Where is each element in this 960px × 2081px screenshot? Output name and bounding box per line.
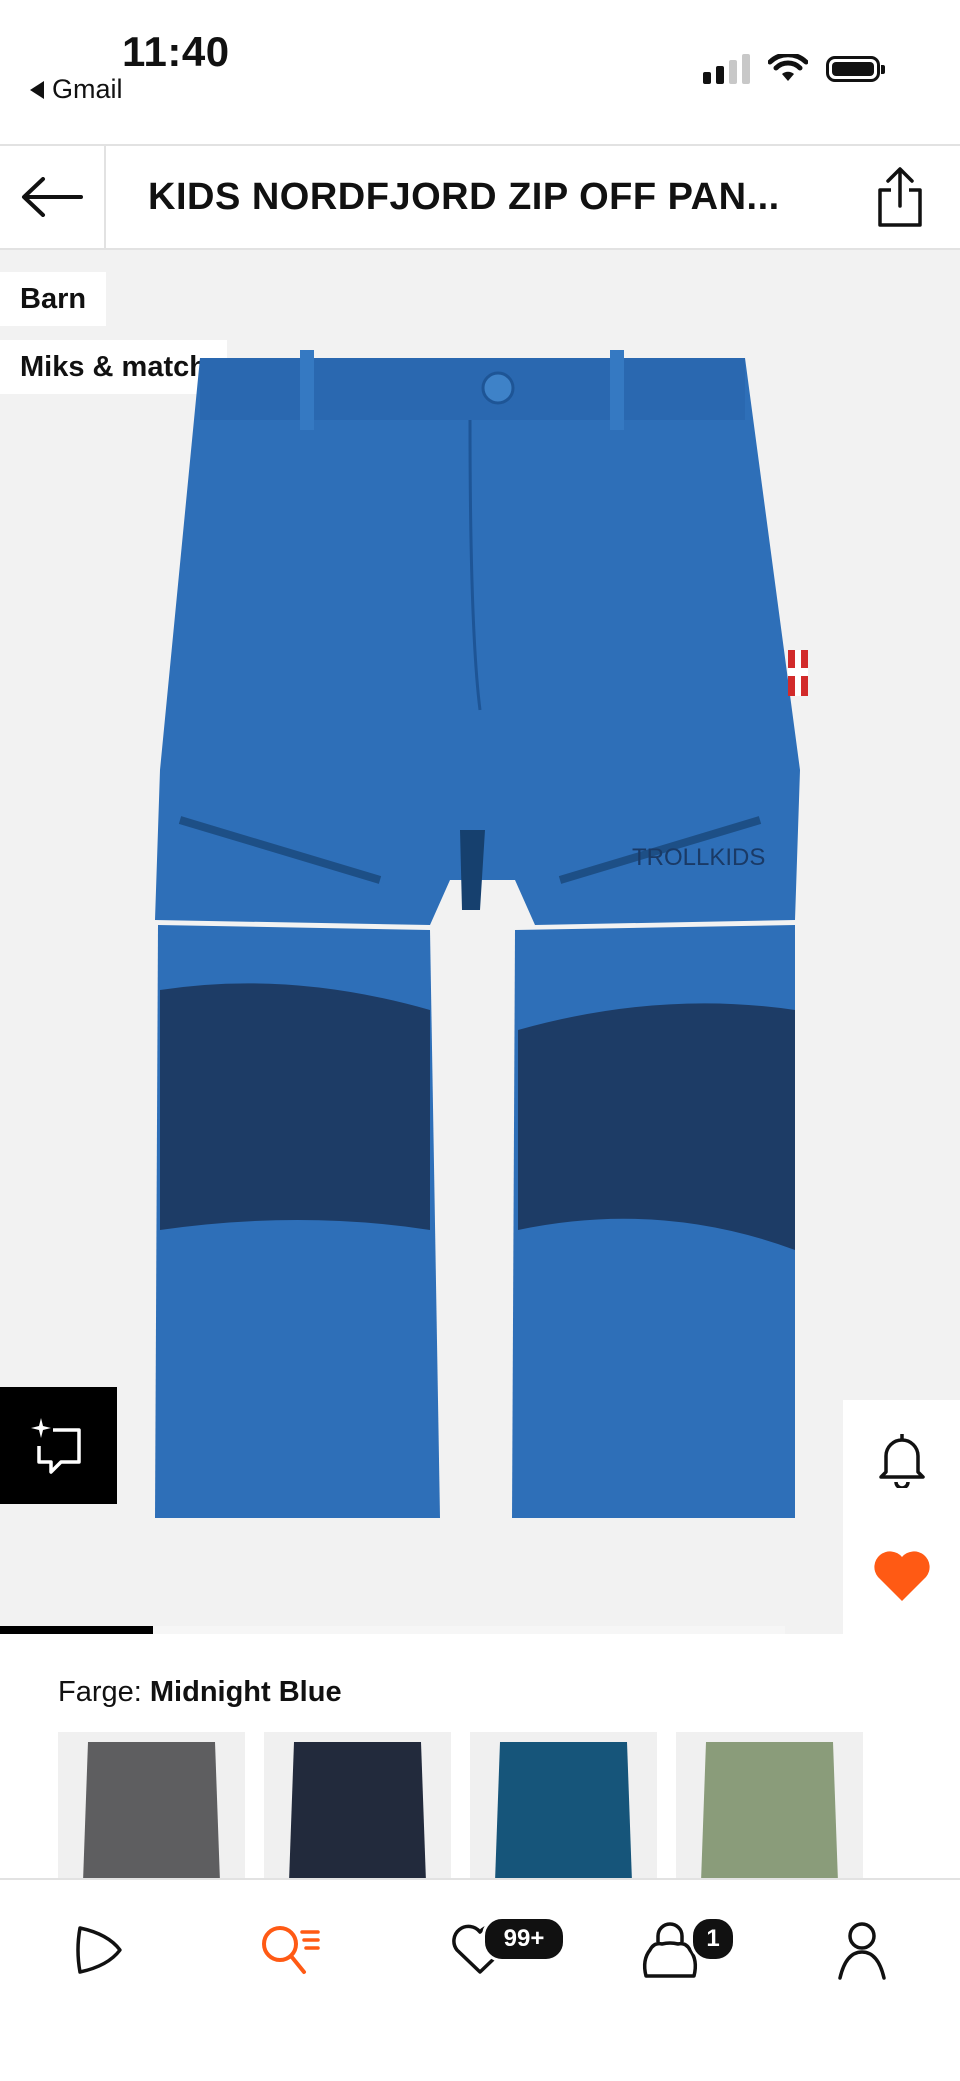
back-app-label: Gmail [52,74,123,104]
status-icons [703,54,885,84]
notify-button[interactable] [843,1400,960,1517]
color-swatch-navy[interactable] [264,1732,451,1882]
battery-icon [826,56,885,82]
color-swatch-green[interactable] [676,1732,863,1882]
page-title: KIDS NORDFJORD ZIP OFF PAN... [148,176,780,218]
similar-items-button[interactable] [0,1387,117,1504]
cellular-signal-icon [703,54,750,84]
bottom-nav: 99+ 1 [0,1878,960,2081]
nav-wishlist[interactable]: 99+ [430,1910,566,1990]
back-triangle-icon [30,80,44,99]
swatch-image [289,1742,426,1882]
sparkle-frame-icon [30,1417,81,1474]
search-icon [262,1926,320,1974]
user-icon [838,1922,886,1980]
wifi-icon [768,54,808,81]
product-header: KIDS NORDFJORD ZIP OFF PAN... [0,144,960,250]
arrow-left-icon [22,177,83,217]
selected-color-name: Midnight Blue [149,1676,342,1708]
wishlist-toggle-button[interactable] [843,1517,960,1634]
swatch-image [495,1742,632,1882]
color-swatch-grey[interactable] [58,1732,245,1882]
status-time: 11:40 [122,28,230,75]
color-swatch-petrol[interactable] [470,1732,657,1882]
bag-count-badge: 1 [690,1916,736,1962]
share-icon [878,167,922,227]
product-image: TROLLKIDS [155,350,808,1518]
back-button[interactable] [0,146,106,248]
gallery-progress-fill [0,1626,154,1634]
nav-account[interactable] [812,1910,912,1990]
play-logo-icon [76,1926,122,1974]
heart-filled-icon [873,1550,930,1601]
color-label-prefix: Farge: [58,1676,142,1708]
swatch-image [83,1742,220,1882]
bell-icon [878,1433,925,1488]
wishlist-count-badge: 99+ [482,1916,566,1962]
status-bar: 11:40 Gmail [0,0,960,144]
gallery-progress [0,1626,785,1634]
brand-logo-text: TROLLKIDS [632,844,765,871]
share-button[interactable] [870,164,930,230]
swatch-image [701,1742,838,1882]
product-image-gallery[interactable]: Barn Miks & match TROLLKIDS [0,250,960,1634]
back-to-gmail[interactable]: Gmail [30,74,123,105]
color-swatches [58,1732,863,1882]
nav-home[interactable] [46,1910,146,1990]
side-actions [843,1400,960,1634]
nav-search[interactable] [240,1910,340,1990]
tag-barn: Barn [0,272,107,326]
nav-bag[interactable]: 1 [620,1910,736,1990]
color-label: Farge: Midnight Blue [58,1676,342,1709]
